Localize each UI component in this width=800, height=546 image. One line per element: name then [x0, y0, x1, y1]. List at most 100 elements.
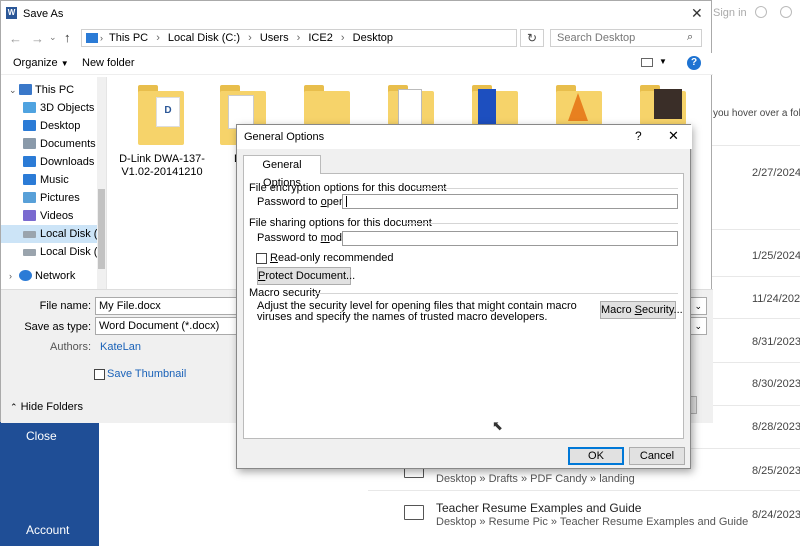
- tab-general-options[interactable]: General Options: [243, 155, 321, 189]
- save-as-title-bar: W Save As ✕: [1, 1, 713, 27]
- file-title: Teacher Resume Examples and Guide: [436, 501, 642, 515]
- back-arrow-icon[interactable]: ←: [9, 31, 22, 46]
- sharing-heading: File sharing options for this document: [249, 217, 432, 229]
- divider: [406, 223, 678, 224]
- cancel-button[interactable]: Cancel: [629, 447, 685, 465]
- save-thumbnail-checkbox[interactable]: [94, 369, 105, 380]
- folder-icon: [404, 505, 424, 520]
- sidebar-item-videos[interactable]: Videos: [1, 207, 97, 225]
- ok-button[interactable]: OK: [568, 447, 624, 465]
- general-options-title-bar: General Options ? ✕: [237, 125, 692, 149]
- breadcrumb-item[interactable]: Local Disk (C:): [168, 32, 240, 44]
- macro-description: Adjust the security level for opening fi…: [257, 300, 577, 323]
- breadcrumb-item[interactable]: Desktop: [353, 32, 393, 44]
- sidebar-item-local-disk-c[interactable]: Local Disk (C:): [1, 225, 97, 243]
- search-input[interactable]: Search Desktop ⌕: [550, 29, 702, 47]
- password-open-label: Password to open:: [257, 196, 349, 208]
- breadcrumb-item[interactable]: ICE2: [308, 32, 332, 44]
- view-options-icon[interactable]: [641, 58, 653, 67]
- desktop-icon: [23, 120, 36, 131]
- sidebar-item-pictures[interactable]: Pictures: [1, 189, 97, 207]
- book-icon: [478, 89, 496, 125]
- date-text: 2/27/2024 1: [752, 167, 800, 179]
- breadcrumb-item[interactable]: Users: [260, 32, 289, 44]
- folder-item[interactable]: [556, 85, 606, 125]
- new-folder-button[interactable]: New folder: [82, 57, 135, 69]
- dialog-title: General Options: [244, 131, 325, 143]
- date-text: 1/25/2024 9: [752, 250, 800, 262]
- hide-folders-toggle[interactable]: ⌃ Hide Folders: [10, 401, 83, 413]
- date-text: 8/30/2023 3: [752, 378, 800, 390]
- read-only-label[interactable]: Read-only recommended: [270, 252, 394, 264]
- documents-icon: [23, 138, 36, 149]
- help-question-icon[interactable]: ?: [635, 129, 642, 143]
- read-only-checkbox[interactable]: [256, 253, 267, 264]
- search-icon[interactable]: ⌕: [687, 31, 693, 44]
- chevron-down-icon[interactable]: ▼: [659, 57, 667, 66]
- folder-item[interactable]: [640, 85, 690, 125]
- document-icon: [398, 89, 422, 125]
- chevron-right-icon: ›: [100, 33, 103, 43]
- scrollbar-thumb[interactable]: [98, 189, 105, 269]
- password-modify-input[interactable]: [342, 231, 678, 246]
- sidebar-item-desktop[interactable]: Desktop: [1, 117, 97, 135]
- dlink-badge-icon: D: [156, 97, 180, 127]
- sidebar-item-local-disk-d[interactable]: Local Disk (D:): [1, 243, 97, 261]
- disk-icon: [23, 249, 36, 256]
- date-text: 8/24/2023 1: [752, 509, 800, 521]
- address-bar[interactable]: › This PC › Local Disk (C:) › Users › IC…: [81, 29, 517, 47]
- macro-security-heading: Macro security: [249, 287, 321, 299]
- date-text: 8/25/2023 9: [752, 465, 800, 477]
- sidebar-item-this-pc[interactable]: ⌄ This PC: [1, 81, 97, 99]
- save-thumbnail-label[interactable]: Save Thumbnail: [107, 368, 186, 380]
- vlc-cone-icon: [568, 93, 588, 121]
- date-text: 8/28/2023 1: [752, 421, 800, 433]
- save-type-label: Save as type:: [24, 321, 91, 333]
- downloads-icon: [23, 156, 36, 167]
- date-text: 8/31/2023 1: [752, 336, 800, 348]
- text-cursor: [346, 196, 347, 207]
- sidebar-item-music[interactable]: Music: [1, 171, 97, 189]
- password-open-input[interactable]: [342, 194, 678, 209]
- save-as-toolbar: Organize ▼ New folder ▼ ?: [1, 53, 713, 75]
- folder-item[interactable]: D: [138, 85, 188, 147]
- word-app-icon: W: [6, 7, 17, 19]
- folder-item[interactable]: [388, 85, 438, 125]
- general-options-dialog: General Options ? ✕ General Options File…: [236, 124, 692, 469]
- navigation-pane: ⌄ This PC 3D Objects Desktop Documents D…: [1, 77, 107, 289]
- disk-icon: [23, 231, 36, 238]
- music-icon: [23, 174, 36, 185]
- sidebar-item-3d-objects[interactable]: 3D Objects: [1, 99, 97, 117]
- breadcrumb-item[interactable]: This PC: [109, 32, 148, 44]
- computer-icon: [19, 84, 32, 95]
- authors-label: Authors:: [50, 341, 91, 353]
- date-text: 11/24/2023 1: [752, 293, 800, 305]
- up-arrow-icon[interactable]: ↑: [64, 30, 71, 45]
- chevron-down-icon[interactable]: ⌄: [49, 32, 57, 43]
- sidebar-item-downloads[interactable]: Downloads: [1, 153, 97, 171]
- refresh-icon[interactable]: ↻: [520, 29, 544, 47]
- mouse-pointer-icon: ⬉: [492, 418, 503, 433]
- forward-arrow-icon[interactable]: →: [31, 31, 44, 46]
- account-nav-item[interactable]: Account: [0, 523, 99, 537]
- divider: [313, 293, 678, 294]
- sidebar-item-documents[interactable]: Documents: [1, 135, 97, 153]
- close-icon[interactable]: ✕: [691, 5, 703, 22]
- folder-item[interactable]: [304, 85, 354, 125]
- authors-value[interactable]: KateLan: [100, 341, 141, 353]
- macro-security-button[interactable]: Macro Security...: [600, 301, 683, 319]
- divider: [414, 188, 678, 189]
- computer-icon: [86, 33, 98, 43]
- folder-item[interactable]: [472, 85, 522, 125]
- protect-document-button[interactable]: Protect Document...: [257, 267, 355, 285]
- scrollbar[interactable]: [97, 77, 106, 289]
- list-item[interactable]: Teacher Resume Examples and Guide Deskto…: [368, 490, 800, 540]
- sidebar-item-network[interactable]: › Network: [1, 267, 97, 285]
- organize-menu[interactable]: Organize ▼: [13, 57, 69, 69]
- close-nav-item[interactable]: Close: [0, 429, 99, 443]
- pictures-icon: [23, 192, 36, 203]
- close-icon[interactable]: ✕: [668, 128, 679, 144]
- cube-icon: [23, 102, 36, 113]
- dialog-title: Save As: [23, 8, 64, 20]
- help-icon[interactable]: ?: [687, 56, 701, 70]
